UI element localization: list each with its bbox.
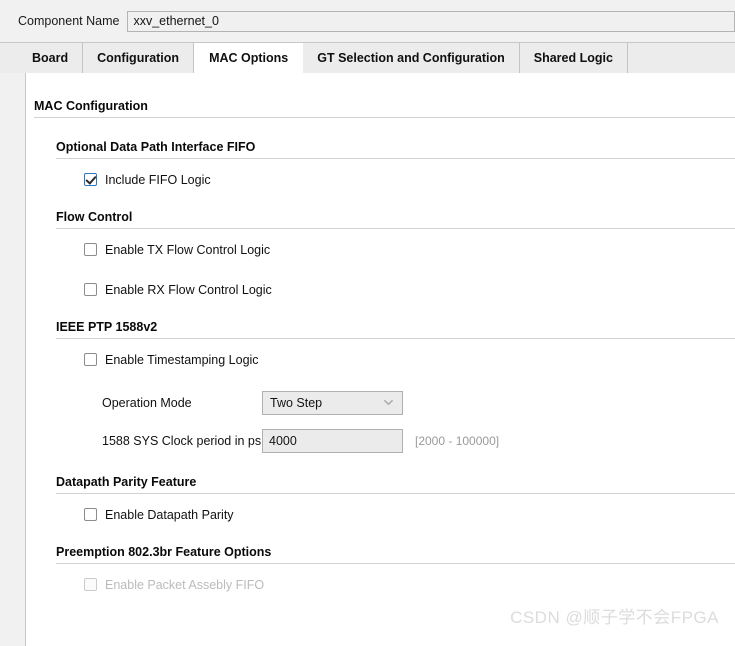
section-datapath-parity-feature: Datapath Parity Feature Enable Datapath P… [56, 475, 735, 523]
field-row-1588-sys-clock-period-in-ps: 1588 SYS Clock period in ps 4000 [2000 - 1… [102, 429, 735, 453]
section-title: Flow Control [56, 210, 133, 224]
dropdown-value: Two Step [270, 396, 323, 410]
checkbox-row-include-fifo-logic[interactable]: Include FIFO Logic [84, 171, 735, 188]
title-divider [34, 117, 735, 118]
checkbox-label: Enable RX Flow Control Logic [105, 282, 272, 297]
checkbox-row-enable-tx-flow-control-logic[interactable]: Enable TX Flow Control Logic [84, 241, 735, 258]
section-divider [56, 563, 735, 564]
section-title: Datapath Parity Feature [56, 475, 197, 489]
section-rows: Enable Timestamping Logic Operation Mode T… [84, 351, 735, 453]
checkbox-row-enable-rx-flow-control-logic[interactable]: Enable RX Flow Control Logic [84, 281, 735, 298]
component-name-label: Component Name [18, 14, 120, 28]
section-divider [56, 158, 735, 159]
checkbox-label: Include FIFO Logic [105, 172, 211, 187]
component-name-bar: Component Name xxv_ethernet_0 [0, 0, 735, 42]
section-rows: Enable Packet Assebly FIFO [84, 576, 735, 593]
checkbox-row-enable-datapath-parity[interactable]: Enable Datapath Parity [84, 506, 735, 523]
checkbox-enable-rx-flow-control-logic[interactable] [84, 283, 97, 296]
checkbox-enable-datapath-parity[interactable] [84, 508, 97, 521]
checkbox-include-fifo-logic[interactable] [84, 173, 97, 186]
checkbox-row-enable-packet-assebly-fifo: Enable Packet Assebly FIFO [84, 576, 735, 593]
tab-label: MAC Options [209, 51, 289, 65]
checkbox-label: Enable TX Flow Control Logic [105, 242, 271, 257]
tab-board[interactable]: Board [18, 43, 84, 73]
mac-options-panel: MAC Configuration Optional Data Path Int… [25, 73, 735, 646]
section-rows: Include FIFO Logic [84, 171, 735, 188]
field-row-operation-mode: Operation Mode Two Step [102, 391, 735, 415]
tab-strip-filler [627, 43, 735, 73]
section-optional-data-path-interface-fifo: Optional Data Path Interface FIFO Include… [56, 140, 735, 188]
tab-label: Configuration [97, 51, 180, 65]
section-preemption-802-3br-feature-options: Preemption 802.3br Feature Options Enable… [56, 545, 735, 593]
tab-gt-selection-and-configuration[interactable]: GT Selection and Configuration [303, 43, 520, 73]
checkbox-label: Enable Packet Assebly FIFO [105, 577, 265, 592]
section-rows: Enable Datapath Parity [84, 506, 735, 523]
field-label: Operation Mode [102, 396, 192, 410]
component-name-input[interactable]: xxv_ethernet_0 [127, 10, 735, 32]
tab-strip: Board Configuration MAC Options GT Selectio… [0, 42, 735, 73]
page-title: MAC Configuration [34, 99, 148, 113]
checkbox-label: Enable Datapath Parity [105, 507, 234, 522]
field-range-hint: [2000 - 100000] [415, 434, 500, 448]
section-title: IEEE PTP 1588v2 [56, 320, 158, 334]
section-title: Preemption 802.3br Feature Options [56, 545, 272, 559]
chevron-down-icon [384, 399, 393, 406]
section-ieee-ptp-1588v2: IEEE PTP 1588v2 Enable Timestamping Logic… [56, 320, 735, 453]
checkbox-enable-timestamping-logic[interactable] [84, 353, 97, 366]
checkbox-label: Enable Timestamping Logic [105, 352, 259, 367]
tab-mac-options[interactable]: MAC Options [194, 43, 304, 73]
tab-label: Board [32, 51, 69, 65]
section-divider [56, 338, 735, 339]
checkbox-enable-tx-flow-control-logic[interactable] [84, 243, 97, 256]
input-1588-sys-clock-period-in-ps[interactable]: 4000 [262, 429, 403, 453]
checkbox-enable-packet-assebly-fifo [84, 578, 97, 591]
tab-shared-logic[interactable]: Shared Logic [519, 43, 628, 73]
section-divider [56, 493, 735, 494]
checkbox-row-enable-timestamping-logic[interactable]: Enable Timestamping Logic [84, 351, 735, 368]
section-title: Optional Data Path Interface FIFO [56, 140, 256, 154]
dropdown-operation-mode[interactable]: Two Step [262, 391, 403, 415]
sections-container: Optional Data Path Interface FIFO Include… [26, 140, 735, 593]
section-divider [56, 228, 735, 229]
page-title-block: MAC Configuration [34, 99, 735, 118]
section-rows: Enable TX Flow Control Logic Enable RX Fl… [84, 241, 735, 298]
field-label: 1588 SYS Clock period in ps [102, 434, 262, 448]
tab-label: Shared Logic [533, 51, 613, 65]
tab-configuration[interactable]: Configuration [83, 43, 195, 73]
content-area: MAC Configuration Optional Data Path Int… [0, 73, 735, 646]
tab-label: GT Selection and Configuration [317, 51, 505, 65]
section-flow-control: Flow Control Enable TX Flow Control Logic… [56, 210, 735, 298]
